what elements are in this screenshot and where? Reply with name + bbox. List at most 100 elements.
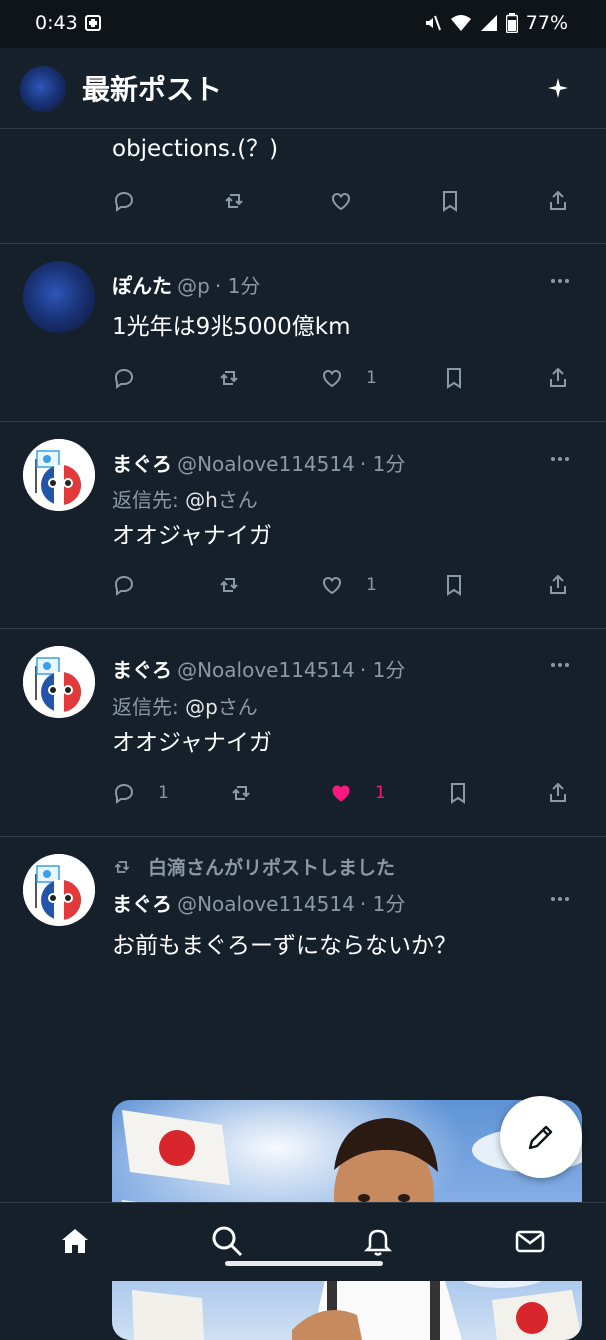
- nav-notifications[interactable]: [362, 1225, 394, 1257]
- tweet-header: まぐろ @Noalove114514 · 1分: [112, 448, 405, 477]
- reply-button[interactable]: [112, 571, 158, 599]
- tweet-time: · 1分: [359, 452, 406, 476]
- tweet-time: · 1分: [359, 658, 406, 682]
- repost-icon: [232, 786, 250, 800]
- like-icon-filled: [332, 785, 350, 802]
- tweet[interactable]: 白滴さんがリポストしました まぐろ @Noalove114514 · 1分 お前…: [0, 837, 606, 1340]
- like-count: 1: [375, 783, 386, 803]
- notifications-icon: [363, 1229, 393, 1256]
- battery-percent: 77%: [525, 12, 568, 34]
- like-button[interactable]: 1: [320, 364, 377, 392]
- more-icon[interactable]: [550, 456, 570, 462]
- reply-target-link[interactable]: @p: [185, 695, 218, 719]
- more-icon[interactable]: [550, 278, 570, 284]
- tweet-text: オオジャナイガ: [112, 730, 272, 756]
- search-icon: [212, 1226, 243, 1257]
- tweet-actions: [112, 187, 572, 217]
- bookmark-icon: [447, 368, 461, 389]
- compose-button[interactable]: [500, 1096, 582, 1178]
- reply-button[interactable]: 1: [112, 779, 169, 807]
- more-icon[interactable]: [550, 662, 570, 668]
- reply-button[interactable]: [112, 187, 158, 215]
- reply-icon: [114, 368, 134, 389]
- display-name[interactable]: まぐろ: [112, 892, 172, 916]
- bottom-nav: [0, 1202, 606, 1281]
- status-icons: 77%: [422, 12, 568, 34]
- user-handle: @p: [177, 274, 210, 298]
- user-handle: @Noalove114514: [177, 658, 355, 682]
- share-icon: [550, 367, 566, 387]
- share-button[interactable]: [546, 364, 570, 392]
- reply-context: 返信先: @pさん: [112, 695, 258, 719]
- nav-home[interactable]: [59, 1225, 91, 1257]
- like-button[interactable]: 1: [329, 779, 386, 807]
- display-name[interactable]: まぐろ: [112, 658, 172, 682]
- bookmark-icon: [451, 783, 465, 804]
- bookmark-icon: [447, 575, 461, 596]
- like-icon: [331, 192, 351, 211]
- reply-button[interactable]: [112, 364, 158, 392]
- countryball-avatar-image: [23, 854, 95, 926]
- repost-button[interactable]: [217, 571, 263, 599]
- sparkle-icon[interactable]: [546, 76, 570, 100]
- tweet-header: まぐろ @Noalove114514 · 1分: [112, 654, 405, 683]
- tweet-time: · 1分: [214, 274, 261, 298]
- avatar[interactable]: [23, 439, 95, 511]
- share-button[interactable]: [546, 571, 570, 599]
- repost-context: 白滴さんがリポストしました: [112, 853, 395, 880]
- wifi-icon: [450, 15, 471, 31]
- account-avatar[interactable]: [20, 66, 66, 112]
- display-name[interactable]: ぽんた: [112, 274, 172, 298]
- reply-icon: [114, 191, 134, 212]
- status-bar: 0:43 77%: [0, 0, 606, 48]
- tweet-header: まぐろ @Noalove114514 · 1分: [112, 888, 405, 917]
- tweet-text: お前もまぐろーずにならないか？: [112, 933, 457, 959]
- display-name[interactable]: まぐろ: [112, 452, 172, 476]
- share-button[interactable]: [546, 779, 570, 807]
- bookmark-button[interactable]: [438, 187, 462, 215]
- bookmark-button[interactable]: [442, 571, 466, 599]
- tweet[interactable]: ぽんた @p · 1分 1光年は9兆5000億km 1: [0, 244, 606, 422]
- reply-icon: [114, 575, 134, 596]
- like-button[interactable]: 1: [320, 571, 377, 599]
- avatar[interactable]: [23, 646, 95, 718]
- tweet-actions: 1: [112, 364, 572, 394]
- compose-icon: [528, 1125, 553, 1150]
- tweet-header: ぽんた @p · 1分: [112, 270, 260, 299]
- like-icon: [322, 369, 342, 388]
- share-icon: [550, 190, 566, 210]
- countryball-avatar-image: [23, 646, 95, 718]
- nav-search[interactable]: [211, 1225, 243, 1257]
- page-title: 最新ポスト: [82, 73, 223, 106]
- like-button[interactable]: [329, 187, 375, 215]
- avatar[interactable]: [23, 261, 95, 333]
- status-time: 0:43: [35, 12, 78, 34]
- tweet-text: 1光年は9兆5000億km: [112, 314, 351, 340]
- share-button[interactable]: [546, 187, 570, 215]
- repost-icon: [220, 578, 238, 592]
- bookmark-icon: [443, 191, 457, 212]
- tweet[interactable]: まぐろ @Noalove114514 · 1分 返信先: @pさん オオジャナイ…: [0, 629, 606, 837]
- avatar[interactable]: [23, 854, 95, 926]
- tweet-text: objections.(？): [112, 136, 279, 162]
- repost-button[interactable]: [222, 187, 268, 215]
- like-count: 1: [366, 368, 377, 388]
- countryball-avatar-image: [23, 439, 95, 511]
- reply-icon: [114, 783, 134, 804]
- repost-button[interactable]: [217, 364, 263, 392]
- nav-messages[interactable]: [514, 1225, 546, 1257]
- screenshot-notification-icon: [85, 15, 101, 31]
- repost-icon: [114, 860, 130, 873]
- cell-signal-icon: [480, 15, 497, 31]
- like-icon: [322, 576, 342, 595]
- tweet[interactable]: まぐろ @Noalove114514 · 1分 返信先: @hさん オオジャナイ…: [0, 422, 606, 629]
- tweet[interactable]: objections.(？): [0, 129, 606, 244]
- tweet-text: オオジャナイガ: [112, 523, 272, 549]
- gesture-bar: [225, 1261, 383, 1266]
- bookmark-button[interactable]: [446, 779, 470, 807]
- reply-target-link[interactable]: @h: [185, 488, 218, 512]
- bookmark-button[interactable]: [442, 364, 466, 392]
- repost-button[interactable]: [229, 779, 275, 807]
- more-icon[interactable]: [550, 896, 570, 902]
- battery-icon: [505, 13, 518, 33]
